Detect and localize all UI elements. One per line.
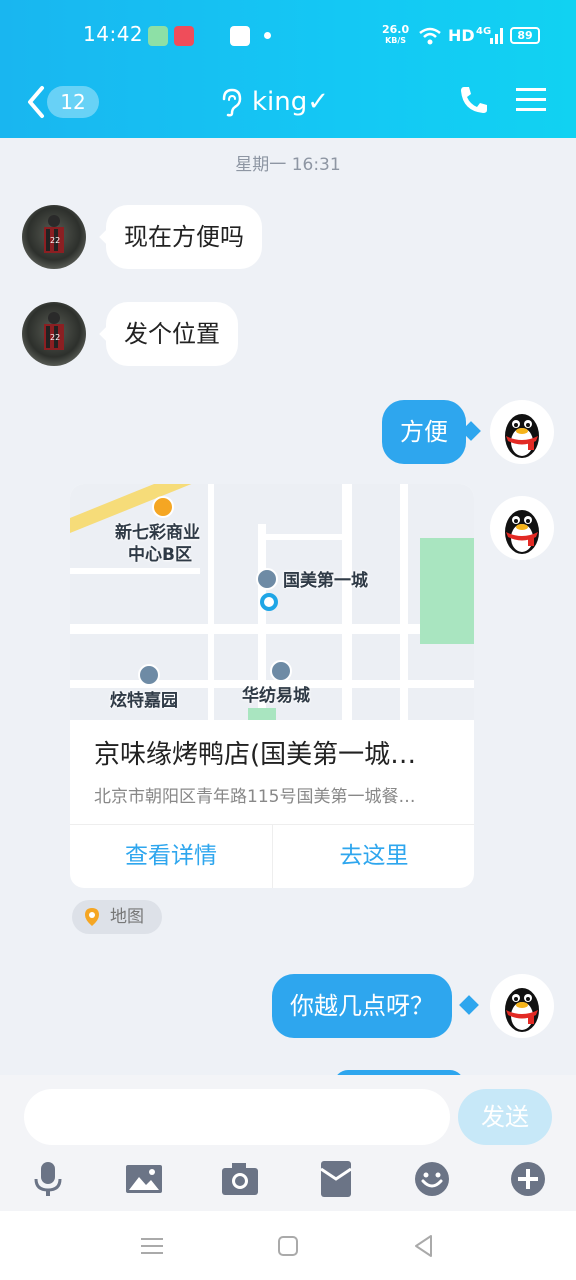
map-preview[interactable]: 新七彩商业 中心B区 国美第一城 炫特嘉园 华纺易城 (70, 484, 474, 720)
map-label: 国美第一城 (283, 571, 368, 591)
map-tag-label: 地图 (110, 907, 144, 927)
map-road (342, 484, 352, 720)
message-bubble-incoming[interactable]: 发个位置 (106, 302, 238, 366)
location-pin-icon (260, 593, 278, 611)
location-address: 北京市朝阳区青年路115号国美第一城餐… (94, 787, 416, 807)
phone-call-icon[interactable] (458, 84, 490, 116)
message-bubble-outgoing[interactable]: 你越几点呀？ (272, 974, 452, 1038)
map-road (70, 568, 200, 574)
map-label: 新七彩商业 (115, 523, 200, 543)
signal-icon (490, 28, 503, 44)
contact-avatar[interactable]: 22 (22, 302, 86, 366)
map-poi-icon (256, 568, 278, 590)
map-poi-icon (138, 664, 160, 686)
view-details-button[interactable]: 查看详情 (70, 825, 272, 888)
qq-penguin-icon (505, 988, 539, 1032)
map-park (248, 708, 276, 720)
microphone-icon[interactable] (28, 1159, 68, 1199)
red-packet-icon[interactable] (316, 1159, 356, 1199)
system-nav-bar (0, 1211, 576, 1280)
app-notification-icon (148, 26, 168, 46)
network-speed: 26.0 KB/S (382, 24, 409, 46)
status-time: 14:42 (83, 22, 144, 46)
map-tag[interactable]: 地图 (72, 900, 162, 934)
recents-icon[interactable] (139, 1233, 165, 1259)
map-label: 中心B区 (128, 545, 192, 565)
my-avatar[interactable] (490, 400, 554, 464)
top-bar: 14:42 26.0 KB/S HD 4G 89 12 king✓ (0, 0, 576, 138)
message-bubble-incoming[interactable]: 现在方便吗 (106, 205, 262, 269)
hd-indicator: HD (448, 26, 475, 45)
image-icon[interactable] (124, 1159, 164, 1199)
network-speed-unit: KB/S (385, 36, 407, 45)
message-bubble-outgoing[interactable]: 方便 (382, 400, 466, 464)
map-pin-icon (85, 908, 99, 926)
map-road (400, 484, 408, 720)
qq-penguin-icon (505, 510, 539, 554)
my-avatar[interactable] (490, 974, 554, 1038)
chat-header: 12 king✓ (0, 70, 576, 138)
emoji-icon[interactable] (412, 1159, 452, 1199)
plus-icon[interactable] (508, 1159, 548, 1199)
input-bar: 发送 (0, 1075, 576, 1211)
svg-text:22: 22 (50, 236, 60, 245)
bubble-tail (459, 995, 479, 1015)
map-poi-icon (152, 496, 174, 518)
my-avatar[interactable] (490, 496, 554, 560)
battery-indicator: 89 (510, 27, 540, 44)
map-poi-icon (270, 660, 292, 682)
message-timestamp: 星期一 16:31 (235, 155, 341, 175)
back-nav-icon[interactable] (411, 1233, 437, 1259)
map-label: 华纺易城 (242, 686, 310, 706)
earpiece-mode-icon (222, 88, 242, 117)
unread-count-badge[interactable]: 12 (47, 86, 99, 118)
svg-text:22: 22 (50, 333, 60, 342)
send-button[interactable]: 发送 (458, 1089, 552, 1145)
more-notifications-dot (264, 32, 271, 39)
menu-icon[interactable] (516, 86, 546, 114)
network-type: 4G (476, 26, 492, 37)
chat-title-group[interactable]: king✓ (218, 82, 329, 122)
location-title: 京味缘烤鸭店(国美第一城… (94, 740, 417, 770)
map-road (266, 534, 346, 540)
qq-penguin-icon (505, 414, 539, 458)
wifi-icon (419, 27, 441, 45)
chat-title: king✓ (252, 87, 330, 117)
camera-notification-icon (230, 26, 250, 46)
contact-avatar[interactable]: 22 (22, 205, 86, 269)
message-input[interactable] (24, 1089, 450, 1145)
navigate-button[interactable]: 去这里 (273, 825, 474, 888)
map-label: 炫特嘉园 (110, 691, 178, 711)
camera-icon[interactable] (220, 1159, 260, 1199)
map-road (208, 484, 214, 720)
home-icon[interactable] (275, 1233, 301, 1259)
map-road (70, 624, 474, 634)
status-bar: 14:42 26.0 KB/S HD 4G 89 (0, 0, 576, 70)
map-park (420, 538, 474, 644)
video-app-icon (174, 26, 194, 46)
location-card[interactable]: 新七彩商业 中心B区 国美第一城 炫特嘉园 华纺易城 京味缘烤鸭店(国美第一城…… (70, 484, 474, 888)
network-speed-value: 26.0 (382, 23, 410, 36)
